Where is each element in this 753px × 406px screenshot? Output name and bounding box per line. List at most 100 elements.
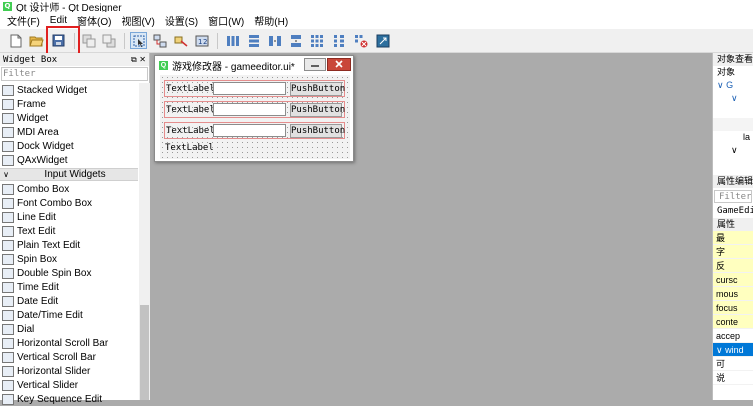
object-tree-item[interactable]: ∨ (713, 92, 753, 105)
line-edit[interactable] (213, 82, 286, 95)
widget-item[interactable]: QAxWidget (0, 153, 138, 167)
widget-item[interactable]: Date Edit (0, 294, 138, 308)
vertical-scroll-bar-icon (2, 351, 14, 363)
widget-item[interactable]: Text Edit (0, 224, 138, 238)
lay-out-horizontally-button[interactable] (224, 32, 241, 49)
open-file-button[interactable] (28, 32, 45, 49)
widget-item[interactable]: Double Spin Box (0, 266, 138, 280)
double-spin-box-icon (2, 267, 14, 279)
edit-widgets-button[interactable] (130, 32, 147, 49)
vertical-splitter-button[interactable] (287, 32, 304, 49)
property-row[interactable]: 反 (713, 259, 753, 273)
close-button[interactable] (327, 58, 351, 71)
widget-item-label: Spin Box (17, 253, 58, 265)
object-tree-item[interactable]: ∨ (713, 144, 753, 157)
widget-item[interactable]: Font Combo Box (0, 196, 138, 210)
spin-box-icon (2, 253, 14, 265)
text-label[interactable]: TextLabel (165, 143, 214, 153)
property-row[interactable]: mous (713, 287, 753, 301)
property-row[interactable]: accep (713, 329, 753, 343)
property-row[interactable]: conte (713, 315, 753, 329)
save-button[interactable] (50, 32, 67, 49)
splitter-vertical-icon (290, 34, 301, 47)
widget-item[interactable]: Line Edit (0, 210, 138, 224)
text-label[interactable]: TextLabel (166, 105, 215, 115)
menu-window[interactable]: 窗口(W) (203, 13, 249, 28)
menu-view[interactable]: 视图(V) (116, 13, 159, 28)
widget-item[interactable]: Plain Text Edit (0, 238, 138, 252)
property-row[interactable]: ∨ wind (713, 343, 753, 357)
edit-tab-order-button[interactable]: 12 (193, 32, 210, 49)
widget-item[interactable]: Stacked Widget (0, 83, 138, 97)
object-tree-item[interactable] (713, 105, 753, 118)
object-tree-item[interactable]: ∨ G (713, 79, 753, 92)
menu-file[interactable]: 文件(F) (2, 13, 45, 28)
property-row[interactable]: 可 (713, 357, 753, 371)
widget-item[interactable]: Spin Box (0, 252, 138, 266)
bring-to-front-button[interactable] (100, 32, 117, 49)
property-row[interactable]: 说 (713, 371, 753, 385)
lay-out-in-grid-button[interactable] (308, 32, 325, 49)
push-button[interactable]: PushButton (290, 123, 345, 138)
menu-form[interactable]: 窗体(O) (72, 13, 116, 28)
menu-help[interactable]: 帮助(H) (249, 13, 293, 28)
line-edit[interactable] (213, 124, 286, 137)
dock-controls-icon[interactable]: ⧉ ✕ (131, 55, 146, 65)
property-filter-input[interactable]: Filter (714, 190, 752, 203)
widget-item[interactable]: Frame (0, 97, 138, 111)
form-row[interactable]: TextLabel PushButton (164, 122, 345, 139)
scrollbar-thumb[interactable] (140, 305, 149, 400)
object-tree-item[interactable] (713, 118, 753, 131)
widget-box-filter-input[interactable]: Filter (1, 67, 148, 81)
property-editor-title: 属性编辑器 (713, 175, 753, 188)
widget-item-label: Horizontal Scroll Bar (17, 337, 109, 349)
form-window[interactable]: Q 游戏修改器 - gameeditor.ui* TextLabel PushB… (154, 55, 354, 162)
push-button[interactable]: PushButton (290, 81, 345, 96)
frame-icon (2, 98, 14, 110)
widget-item[interactable]: Horizontal Slider (0, 364, 138, 378)
widget-item[interactable]: Dock Widget (0, 139, 138, 153)
category-input-widgets[interactable]: ∨ Input Widgets (0, 168, 138, 181)
widget-item[interactable]: Dial (0, 322, 138, 336)
adjust-size-button[interactable] (374, 32, 391, 49)
widget-item[interactable]: MDI Area (0, 125, 138, 139)
form-canvas[interactable]: TextLabel PushButton TextLabel PushButto… (160, 75, 350, 159)
property-row[interactable]: cursc (713, 273, 753, 287)
property-row[interactable]: 字 (713, 245, 753, 259)
property-row[interactable]: focus (713, 301, 753, 315)
qt-designer-app-icon: Q (3, 1, 12, 11)
break-layout-button[interactable] (352, 32, 369, 49)
menu-settings[interactable]: 设置(S) (160, 13, 203, 28)
minimize-button[interactable] (304, 58, 326, 71)
widget-item[interactable]: Time Edit (0, 280, 138, 294)
new-file-button[interactable] (7, 32, 24, 49)
signals-slots-icon (153, 34, 166, 47)
object-tree-item[interactable]: la (713, 131, 753, 144)
widget-item[interactable]: Horizontal Scroll Bar (0, 336, 138, 350)
widget-item[interactable]: Vertical Scroll Bar (0, 350, 138, 364)
menu-edit[interactable]: Edit (45, 15, 72, 26)
widget-item[interactable]: Combo Box (0, 182, 138, 196)
send-to-back-button[interactable] (80, 32, 97, 49)
line-edit[interactable] (213, 103, 286, 116)
widget-item[interactable]: Key Sequence Edit (0, 392, 138, 406)
widget-item[interactable]: Widget (0, 111, 138, 125)
key-sequence-edit-icon (2, 393, 14, 405)
widget-item-label: Vertical Scroll Bar (17, 351, 96, 363)
text-label[interactable]: TextLabel (166, 126, 215, 136)
edit-signals-slots-button[interactable] (151, 32, 168, 49)
lay-out-vertically-button[interactable] (245, 32, 262, 49)
lay-out-in-form-button[interactable] (330, 32, 347, 49)
horizontal-splitter-button[interactable] (266, 32, 283, 49)
edit-buddies-button[interactable] (172, 32, 189, 49)
push-button[interactable]: PushButton (290, 102, 345, 117)
widget-item[interactable]: Date/Time Edit (0, 308, 138, 322)
widget-item[interactable]: Vertical Slider (0, 378, 138, 392)
dock-widget-icon (2, 140, 14, 152)
property-row[interactable]: 最 (713, 231, 753, 245)
widget-box-scrollbar[interactable] (139, 83, 150, 400)
text-label[interactable]: TextLabel (166, 84, 215, 94)
form-row[interactable]: TextLabel PushButton (164, 80, 345, 97)
form-row[interactable]: TextLabel PushButton (164, 101, 345, 118)
right-dock-panel: 对象查看器 对象 ∨ G ∨ la ∨ 属性编辑器 Filter GameEdi… (712, 53, 753, 400)
